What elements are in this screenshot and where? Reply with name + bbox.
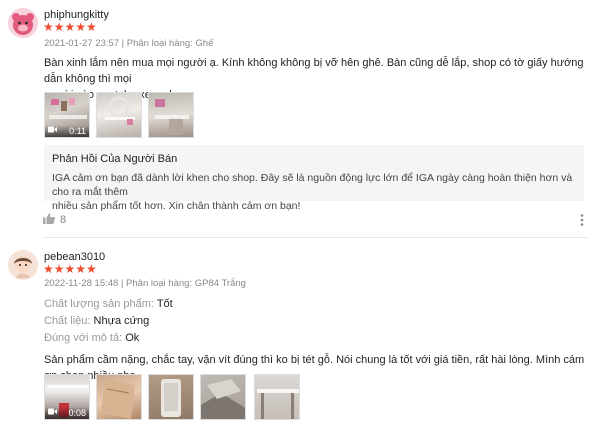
review-divider — [42, 237, 588, 238]
attribute-value: Tốt — [156, 298, 173, 310]
rating-stars: ★★★★★ — [43, 262, 97, 276]
attribute-value: Ok — [125, 332, 140, 344]
seller-reply: Phản Hồi Của Người Bán IGA cảm ơn bạn đã… — [44, 145, 584, 212]
review-meta: 2021-01-27 23:57 | Phân loại hàng: Ghế — [44, 38, 214, 49]
avatar[interactable] — [8, 8, 38, 38]
review-video-thumbnail[interactable]: 0:11 — [44, 92, 90, 138]
thumbs-up-icon — [43, 213, 55, 227]
like-button[interactable]: 8 — [43, 213, 66, 227]
review-meta: 2022-11-28 15:48 | Phân loại hàng: GP84 … — [44, 278, 246, 289]
video-duration: 0:08 — [68, 408, 86, 418]
seller-reply-text: IGA cảm ơn bạn đã dành lời khen cho shop… — [52, 171, 576, 213]
review-attribute-accuracy: Đúng với mô tả: Ok — [44, 332, 139, 344]
review-image-thumbnail[interactable] — [148, 92, 194, 138]
seller-reply-title: Phản Hồi Của Người Bán — [52, 153, 178, 165]
more-vertical-icon[interactable] — [580, 214, 584, 226]
attribute-value: Nhựa cứng — [93, 315, 150, 327]
attribute-key: Chất liệu: — [44, 315, 91, 327]
review-image-thumbnail[interactable] — [148, 374, 194, 420]
attribute-key: Chất lượng sản phẩm: — [44, 298, 154, 310]
review-attribute-material: Chất liệu: Nhựa cứng — [44, 315, 149, 327]
review-video-thumbnail[interactable]: 0:08 — [44, 374, 90, 420]
review-item: phiphungkitty ★★★★★ 2021-01-27 23:57 | P… — [0, 0, 600, 238]
review-image-thumbnail[interactable] — [254, 374, 300, 420]
seller-reply-line: IGA cảm ơn bạn đã dành lời khen cho shop… — [52, 172, 573, 198]
video-duration: 0:11 — [69, 126, 86, 136]
rating-stars: ★★★★★ — [43, 20, 97, 34]
review-image-thumbnail[interactable] — [200, 374, 246, 420]
video-camera-icon — [48, 126, 57, 135]
video-camera-icon — [48, 408, 57, 417]
seller-reply-line: nhiều sản phẩm tốt hơn. Xin chân thành c… — [52, 200, 301, 212]
review-text-line: Bàn xinh lắm nên mua mọi người ạ. Kính k… — [44, 57, 584, 85]
review-image-thumbnail[interactable] — [96, 92, 142, 138]
review-image-thumbnail[interactable] — [96, 374, 142, 420]
review-attribute-quality: Chất lượng sản phẩm: Tốt — [44, 298, 173, 310]
avatar[interactable] — [8, 250, 38, 280]
like-count: 8 — [60, 214, 67, 226]
attribute-key: Đúng với mô tả: — [44, 332, 123, 344]
